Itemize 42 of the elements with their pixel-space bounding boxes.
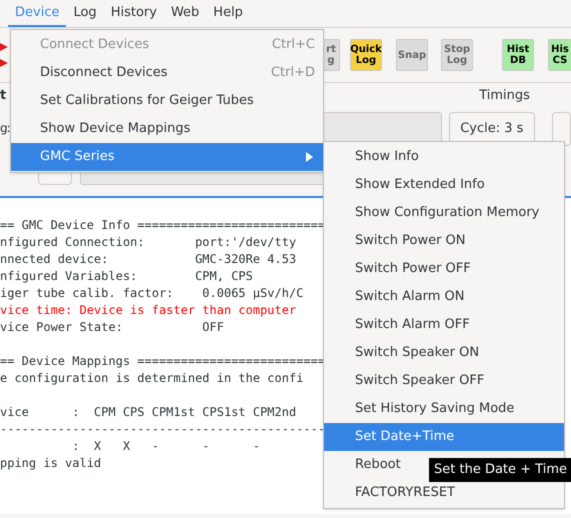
menu-item[interactable]: Switch Speaker ON	[324, 339, 564, 367]
menu-item[interactable]: Show Device Mappings	[11, 115, 323, 143]
log-line: == Device Mappings ==========================	[0, 353, 326, 370]
log-line: iger tube calib. factor: 0.0065 µSv/h/C	[0, 285, 304, 302]
toolbar-button[interactable]: His CS	[548, 39, 571, 71]
menu-item[interactable]: Switch Power OFF	[324, 255, 564, 283]
menu-item[interactable]: GMC Series	[11, 143, 323, 171]
menu-item[interactable]: Set Calibrations for Geiger Tubes	[11, 87, 323, 115]
log-line: pping is valid	[0, 455, 102, 472]
log-line: : X X - - -	[71, 438, 260, 455]
toolbar-button[interactable]: Snap	[396, 39, 428, 71]
tooltip: Set the Date + Time	[429, 458, 571, 482]
menu-item[interactable]: Show Info	[324, 143, 564, 171]
field-label: g:	[0, 121, 10, 136]
menu-item[interactable]: Switch Alarm ON	[324, 283, 564, 311]
log-line: ---------------------------------------------	[0, 421, 326, 438]
menu-item[interactable]: Disconnect Devices Ctrl+D	[11, 59, 323, 87]
panel-heading: t	[0, 87, 6, 106]
log-line: == GMC Device Info ==========================	[0, 217, 326, 234]
log-line: vice time: Device is faster than computer	[0, 302, 296, 319]
menu-item[interactable]: Switch Alarm OFF	[324, 311, 564, 339]
menu-item[interactable]: FACTORYRESET	[324, 479, 564, 507]
menu-title[interactable]: History	[104, 0, 164, 27]
toolbar-button[interactable]: Stop Log	[441, 39, 473, 71]
log-line: vice : CPM CPS CPM1st CPS1st CPM2nd	[0, 404, 296, 421]
log-line: vice Power State: OFF	[0, 319, 224, 336]
log-line: nnected device: GMC-320Re 4.53	[0, 251, 296, 268]
toolbar-button[interactable]: Hist DB	[502, 39, 534, 71]
toolbar-button[interactable]: Quick Log	[350, 39, 382, 71]
log-line: nfigured Connection: port:'/dev/tty	[0, 234, 296, 251]
menu-item[interactable]: Show Configuration Memory	[324, 199, 564, 227]
menu-title[interactable]: Log	[66, 0, 104, 27]
menu-item[interactable]: Switch Power ON	[324, 227, 564, 255]
menu-item[interactable]: Switch Speaker OFF	[324, 367, 564, 395]
menu-item[interactable]: Set Date+Time	[324, 423, 564, 451]
log-line: nfigured Variables: CPM, CPS	[0, 268, 253, 285]
log-line: e configuration is determined in the confi	[0, 370, 304, 387]
menu-title[interactable]: Help	[206, 0, 250, 27]
menu-item[interactable]: Show Extended Info	[324, 171, 564, 199]
menu-item[interactable]: Set History Saving Mode	[324, 395, 564, 423]
menu-title[interactable]: Web	[164, 0, 206, 27]
timings-label: Timings	[479, 87, 530, 106]
